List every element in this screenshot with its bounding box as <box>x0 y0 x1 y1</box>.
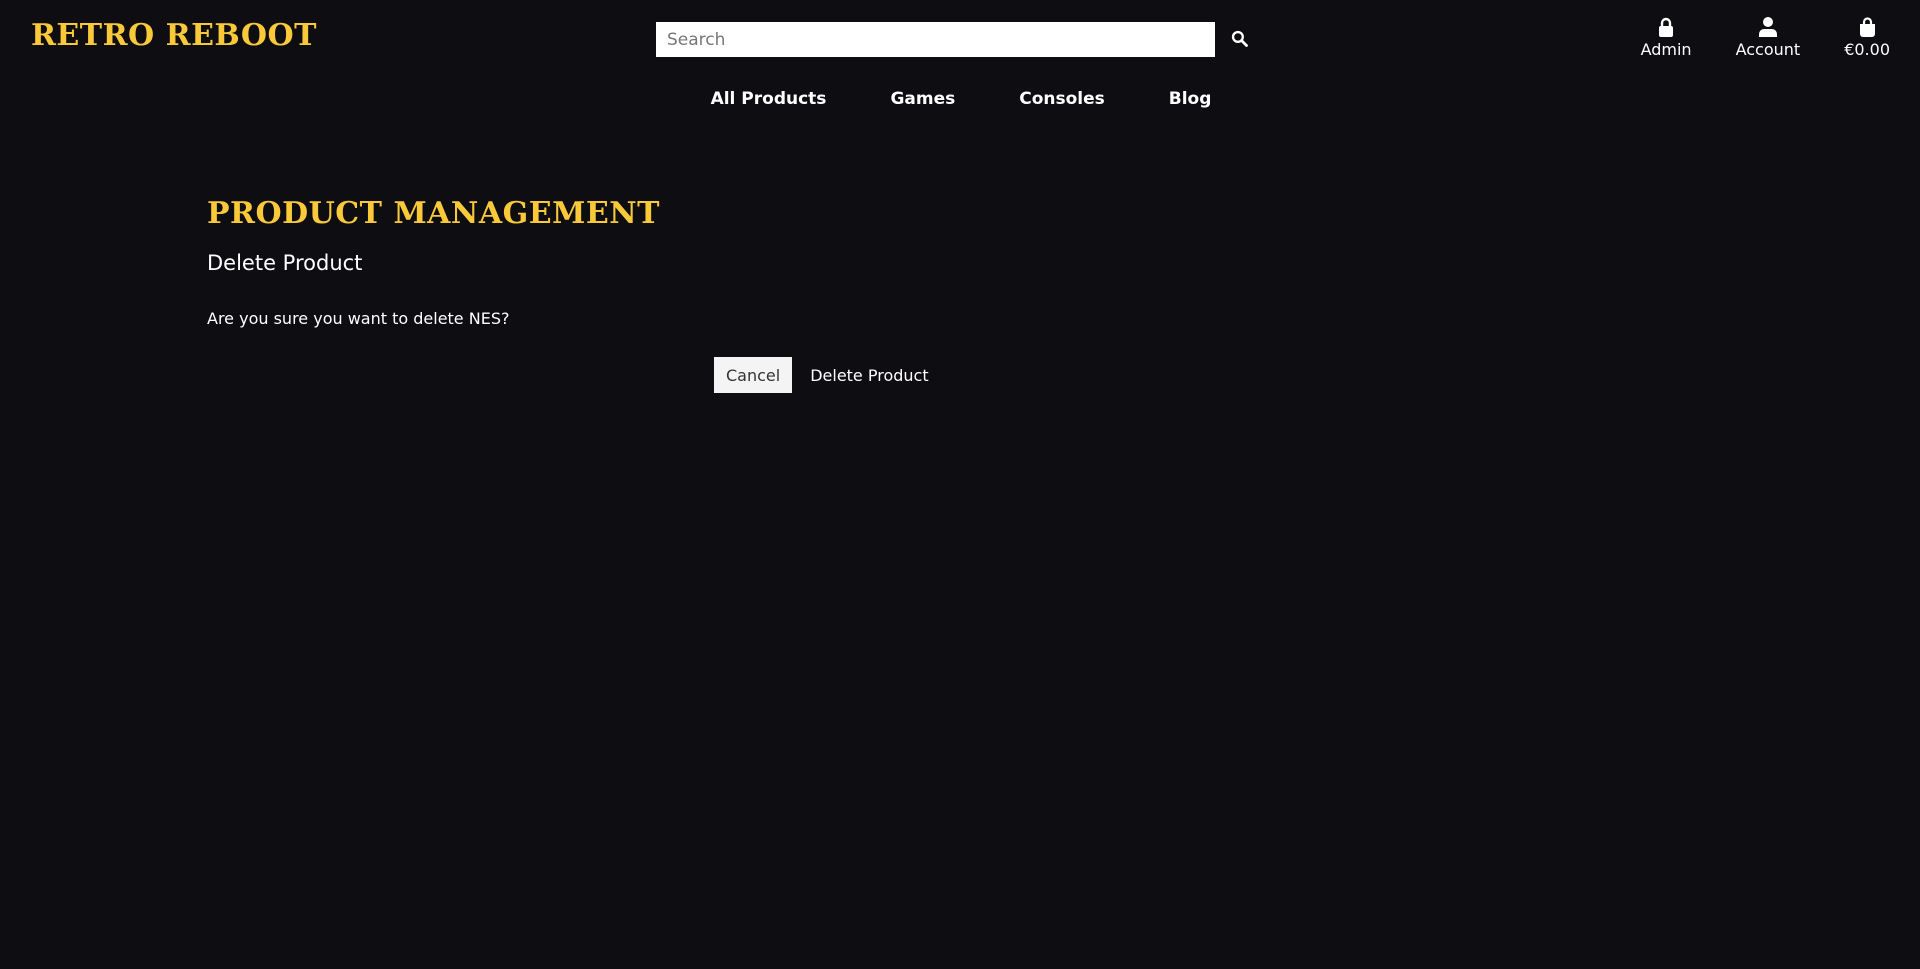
nav-item: Consoles <box>1019 89 1105 109</box>
cart-link[interactable]: €0.00 <box>1844 15 1890 60</box>
admin-link[interactable]: Admin <box>1641 15 1692 60</box>
cart-total: €0.00 <box>1844 40 1890 59</box>
search-icon <box>1231 30 1248 50</box>
account-label: Account <box>1735 40 1801 59</box>
lock-icon <box>1658 15 1674 37</box>
main-content: PRODUCT MANAGEMENT Delete Product Are yo… <box>207 196 967 328</box>
account-link[interactable]: Account <box>1735 15 1801 60</box>
delete-confirmation-text: Are you sure you want to delete NES? <box>207 309 510 328</box>
nav-link-games[interactable]: Games <box>890 89 955 109</box>
delete-actions: Cancel Delete Product <box>714 357 940 393</box>
nav-item: Blog <box>1169 89 1212 109</box>
section-title: Delete Product <box>207 251 363 275</box>
nav-item: Games <box>890 89 955 109</box>
user-icon <box>1758 15 1777 37</box>
site-logo[interactable]: RETRO REBOOT <box>31 18 317 53</box>
delete-product-button[interactable]: Delete Product <box>799 357 939 393</box>
page-title: PRODUCT MANAGEMENT <box>207 196 660 231</box>
search-form <box>656 22 1263 57</box>
nav-link-all-products[interactable]: All Products <box>711 89 827 109</box>
main-nav: All Products Games Consoles Blog <box>0 89 1920 109</box>
nav-link-blog[interactable]: Blog <box>1169 89 1212 109</box>
search-button[interactable] <box>1215 22 1263 57</box>
shopping-bag-icon <box>1859 15 1876 37</box>
page: RETRO REBOOT Ad <box>0 0 1920 969</box>
search-input[interactable] <box>656 22 1215 57</box>
nav-list: All Products Games Consoles Blog <box>711 89 1212 109</box>
admin-label: Admin <box>1640 40 1692 59</box>
cancel-button[interactable]: Cancel <box>714 357 793 393</box>
nav-item: All Products <box>711 89 827 109</box>
nav-link-consoles[interactable]: Consoles <box>1019 89 1105 109</box>
header-links: Admin Account €0.00 <box>1641 15 1890 60</box>
